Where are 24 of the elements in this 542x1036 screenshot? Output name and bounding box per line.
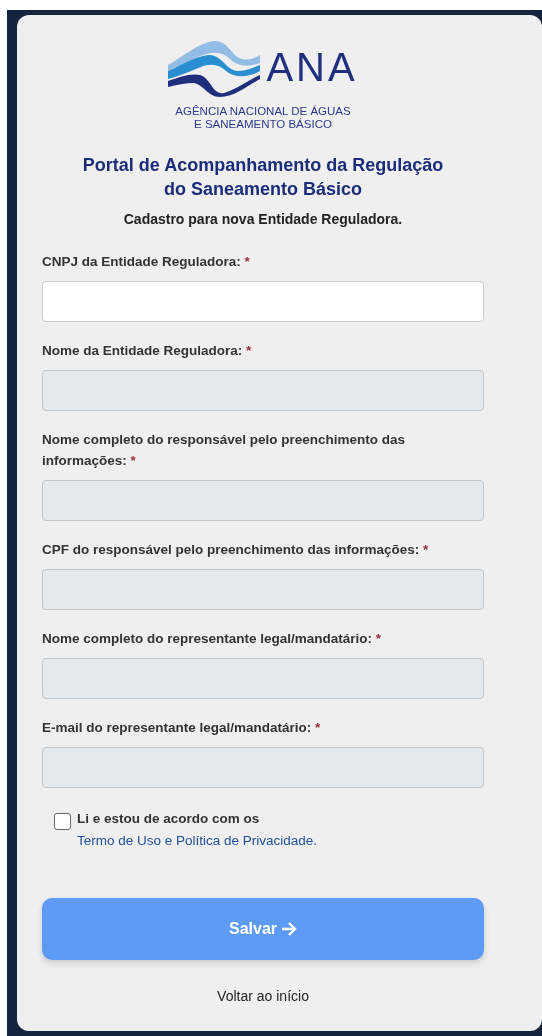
- agency-name: E SANEAMENTO BÁSICO: [194, 118, 332, 131]
- input-field[interactable]: [42, 281, 484, 322]
- required-asterisk: *: [130, 453, 136, 468]
- field-label: Nome da Entidade Reguladora: *: [42, 342, 253, 360]
- agency-name: AGÊNCIA NACIONAL DE ÁGUAS: [175, 105, 351, 118]
- agreement-checkbox[interactable]: [54, 813, 71, 830]
- required-asterisk: *: [423, 542, 429, 557]
- logo-wordmark: ANA: [266, 47, 358, 87]
- portal-title: Portal de Acompanhamento da Regulação: [82, 154, 444, 177]
- required-asterisk: *: [246, 343, 252, 358]
- required-asterisk: *: [315, 720, 321, 735]
- field-label: E-mail do representante legal/mandatário: *: [42, 719, 322, 737]
- terms-link[interactable]: Termo de Uso e Política de Privacidade.: [77, 833, 318, 848]
- field-label: Nome completo do representante legal/mandatário: *: [42, 630, 383, 648]
- required-asterisk: *: [375, 631, 382, 646]
- arrow-right-icon: [281, 922, 297, 936]
- field-label: CNPJ da Entidade Reguladora: *: [42, 253, 251, 271]
- back-link[interactable]: Voltar ao início: [217, 988, 309, 1004]
- required-asterisk: *: [244, 254, 250, 269]
- field-label: Nome completo do responsável pelo preenchimento das informações: *: [42, 431, 407, 470]
- form-subtitle: Cadastro para nova Entidade Reguladora.: [122, 211, 404, 227]
- field-label: CPF do responsável pelo preenchimento das informações: *: [42, 541, 430, 559]
- agreement-text: Li e estou de acordo com os Termo de Uso e Política de Privacidade.: [77, 810, 319, 850]
- portal-title: do Saneamento Básico: [163, 178, 363, 201]
